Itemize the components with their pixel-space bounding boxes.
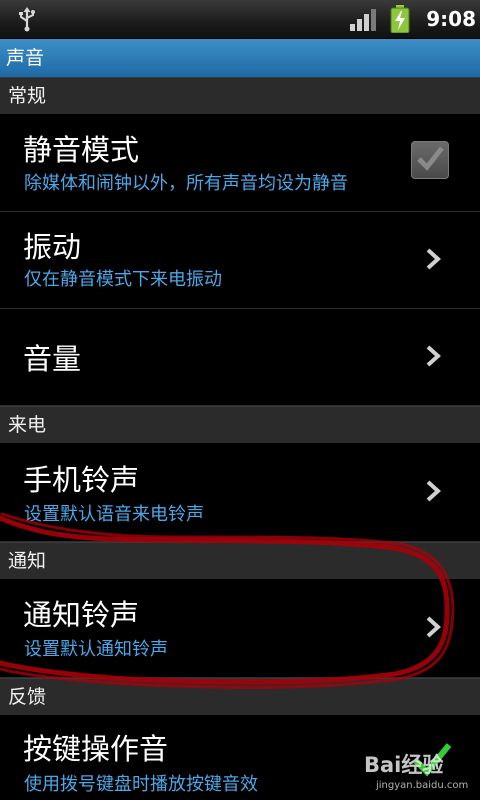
row-title: 音量	[23, 342, 82, 376]
row-summary: 设置默认通知铃声	[24, 639, 168, 660]
row-summary: 仅在静音模式下来电振动	[24, 269, 222, 290]
settings-screen: 9:08 声音 常规 静音模式 除媒体和闹钟以外，所有声音均设为静音 振动 仅在…	[0, 0, 480, 800]
chevron-right-icon	[426, 345, 441, 367]
section-header-general: 常规	[0, 77, 480, 115]
settings-row-notification-ringtone[interactable]: 通知铃声 设置默认通知铃声	[0, 579, 480, 678]
usb-icon	[19, 7, 35, 32]
checkmark-icon	[417, 146, 444, 171]
row-title: 通知铃声	[23, 598, 140, 632]
section-header-incoming-call: 来电	[0, 406, 480, 444]
status-clock: 9:08	[426, 7, 476, 31]
watermark-brand: Bai经验	[364, 753, 444, 777]
settings-row-vibrate[interactable]: 振动 仅在静音模式下来电振动	[0, 212, 480, 309]
row-title: 手机铃声	[23, 463, 140, 497]
page-title: 声音	[6, 47, 45, 69]
signal-icon	[350, 9, 376, 31]
battery-charging-icon	[390, 5, 410, 33]
chevron-right-icon	[426, 480, 441, 502]
watermark-url: jingyan.baidu.com	[376, 780, 469, 791]
silent-mode-checkbox[interactable]	[411, 141, 449, 179]
settings-row-phone-ringtone[interactable]: 手机铃声 设置默认语音来电铃声	[0, 443, 480, 542]
row-title: 振动	[23, 230, 82, 264]
section-header-notification: 通知	[0, 542, 480, 580]
section-label: 常规	[8, 85, 47, 107]
status-bar: 9:08	[0, 0, 480, 39]
section-label: 来电	[8, 414, 47, 436]
row-summary: 除媒体和闹钟以外，所有声音均设为静音	[24, 173, 348, 194]
title-bar: 声音	[0, 39, 480, 78]
baidu-watermark: Bai经验 jingyan.baidu.com	[362, 752, 478, 796]
section-header-feedback: 反馈	[0, 678, 480, 716]
chevron-right-icon	[426, 616, 441, 638]
row-title: 按键操作音	[23, 732, 169, 766]
row-summary: 设置默认语音来电铃声	[24, 504, 204, 525]
settings-row-volume[interactable]: 音量	[0, 309, 480, 406]
section-label: 通知	[8, 550, 47, 572]
row-title: 静音模式	[23, 133, 140, 167]
section-label: 反馈	[8, 686, 47, 708]
chevron-right-icon	[426, 248, 441, 270]
row-summary: 使用拨号键盘时播放按键音效	[24, 774, 258, 795]
settings-row-silent-mode[interactable]: 静音模式 除媒体和闹钟以外，所有声音均设为静音	[0, 114, 480, 212]
